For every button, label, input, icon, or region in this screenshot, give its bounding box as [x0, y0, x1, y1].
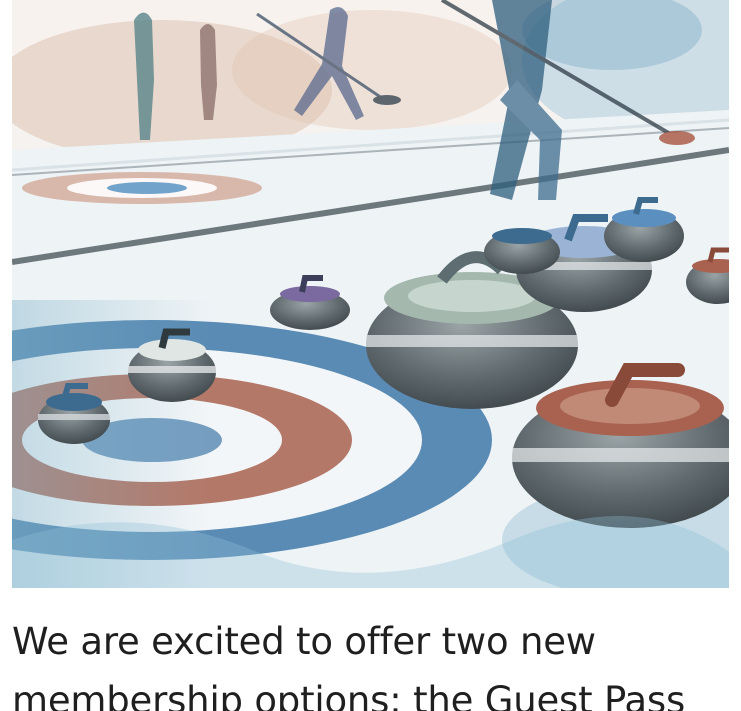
article-paragraph: We are excited to offer two new membersh…	[12, 612, 741, 711]
article-line-2: membership options: the Guest Pass	[12, 679, 686, 711]
article-line-1: We are excited to offer two new	[12, 620, 596, 663]
hero-image	[12, 0, 729, 588]
curling-illustration	[12, 0, 729, 588]
page: We are excited to offer two new membersh…	[0, 0, 741, 711]
